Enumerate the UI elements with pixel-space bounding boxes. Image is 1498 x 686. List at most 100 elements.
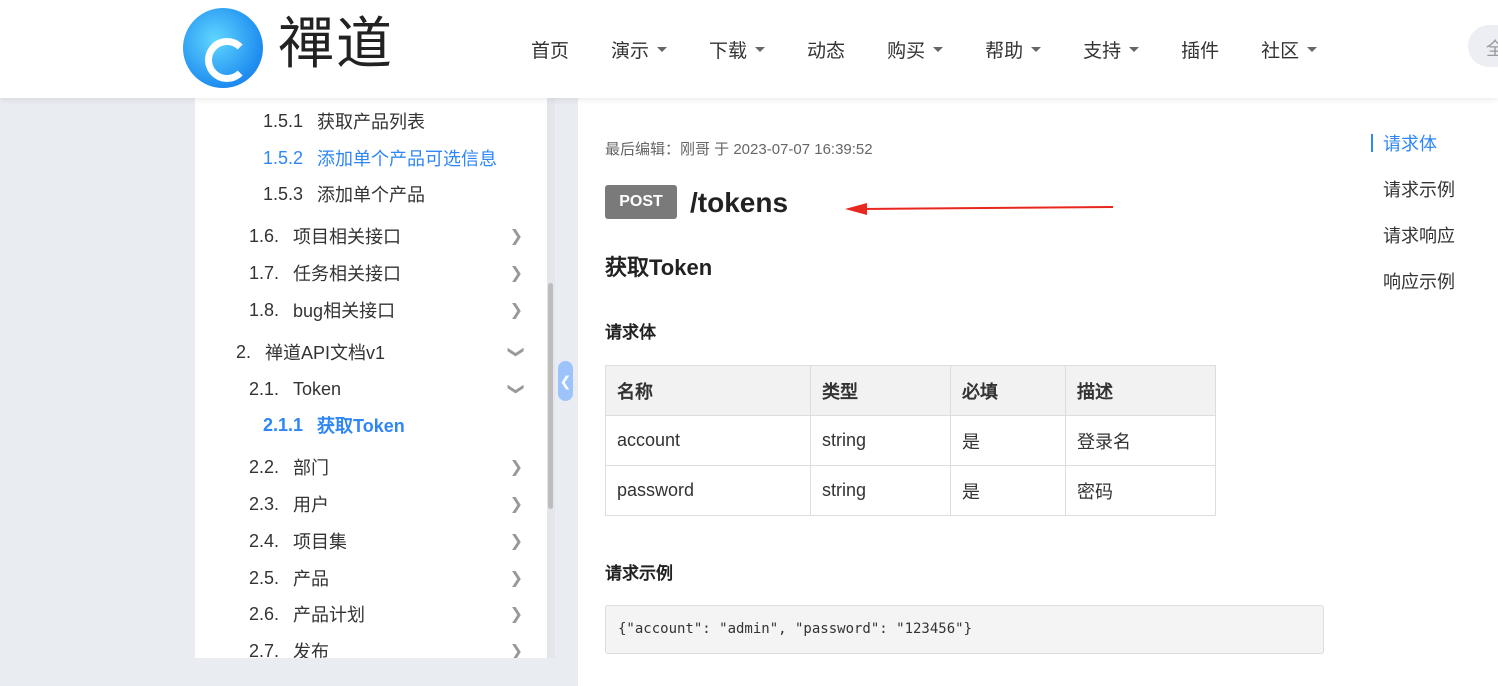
tree-item[interactable]: 2.4. 项目集 ❯ — [195, 523, 547, 559]
chevron-right-icon[interactable]: ❯ — [510, 641, 523, 658]
chevron-right-icon[interactable]: ❯ — [510, 494, 523, 514]
item-num: 2.5. — [249, 567, 280, 588]
col-header: 必填 — [950, 365, 1066, 416]
chevron-right-icon[interactable]: ❯ — [510, 457, 523, 477]
item-label: 项目相关接口 — [293, 227, 402, 247]
nav-label: 动态 — [807, 40, 846, 62]
tree-item[interactable]: 2.6. 产品计划 ❯ — [195, 596, 547, 632]
item-label: Token — [293, 378, 342, 399]
nav-home[interactable]: 首页 — [531, 36, 569, 63]
item-num: 2. — [236, 341, 252, 362]
caret-down-icon — [755, 46, 766, 52]
chevron-down-icon[interactable]: ❯ — [506, 345, 526, 358]
item-num: 1.5.2 — [263, 147, 304, 168]
toc-item-request-body[interactable]: 请求体 — [1371, 130, 1455, 176]
cell: 是 — [950, 415, 1066, 466]
item-label: 部门 — [293, 458, 330, 478]
nav-demo[interactable]: 演示 — [611, 36, 668, 63]
nav-news[interactable]: 动态 — [807, 36, 845, 63]
chevron-right-icon[interactable]: ❯ — [510, 263, 523, 283]
tree-item[interactable]: 1.5.3 添加单个产品 — [195, 176, 547, 212]
request-body-heading: 请求体 — [605, 323, 656, 342]
site-header: 禪道 首页 演示 下载 动态 购买 帮助 支持 插件 社区 全 — [0, 0, 1498, 98]
tree-item[interactable]: 2.2. 部门 ❯ — [195, 449, 547, 485]
cell: password — [605, 465, 811, 516]
item-num: 1.7. — [249, 262, 280, 283]
item-label: 获取Token — [317, 416, 405, 436]
toc-item-response-example[interactable]: 响应示例 — [1371, 268, 1455, 314]
item-num: 2.1.1 — [263, 414, 304, 435]
table-of-contents: 请求体 请求示例 请求响应 响应示例 — [1371, 130, 1455, 314]
tree-item[interactable]: 2.3. 用户 ❯ — [195, 486, 547, 522]
tree-item[interactable]: 2.5. 产品 ❯ — [195, 560, 547, 596]
tree-item[interactable]: 1.7. 任务相关接口 ❯ — [195, 255, 547, 291]
caret-down-icon — [1129, 46, 1140, 52]
item-label: 用户 — [293, 495, 330, 515]
table-header-row: 名称 类型 必填 描述 — [605, 365, 1216, 416]
zentao-logo[interactable]: 禪道 — [183, 8, 433, 88]
chevron-right-icon[interactable]: ❯ — [510, 531, 523, 551]
tree-item[interactable]: 1.8. bug相关接口 ❯ — [195, 292, 547, 328]
params-table: 名称 类型 必填 描述 account string 是 登录名 passwor… — [605, 365, 1216, 516]
tree-item-active[interactable]: 2.1.1 获取Token — [195, 407, 547, 443]
nav-buy[interactable]: 购买 — [887, 36, 944, 63]
nav-community[interactable]: 社区 — [1261, 36, 1318, 63]
nav-download[interactable]: 下载 — [709, 36, 766, 63]
caret-down-icon — [657, 46, 668, 52]
toc-item-request-example[interactable]: 请求示例 — [1371, 176, 1455, 222]
item-num: 2.2. — [249, 456, 280, 477]
item-num: 2.1. — [249, 378, 280, 399]
nav-label: 插件 — [1181, 40, 1220, 62]
cell: 是 — [950, 465, 1066, 516]
table-row: password string 是 密码 — [605, 465, 1216, 516]
tree-item[interactable]: 2.1. Token ❯ — [195, 371, 547, 407]
logo-text: 禪道 — [278, 12, 394, 77]
nav-label: 购买 — [887, 40, 926, 62]
item-label: 产品计划 — [293, 605, 366, 625]
col-header: 类型 — [810, 365, 951, 416]
main-nav: 首页 演示 下载 动态 购买 帮助 支持 插件 社区 — [510, 0, 1338, 98]
item-num: 1.5.3 — [263, 183, 304, 204]
item-num: 2.4. — [249, 530, 280, 551]
nav-label: 社区 — [1261, 40, 1300, 62]
search-input[interactable]: 全 — [1468, 25, 1498, 67]
item-label: 产品 — [293, 569, 330, 589]
chevron-right-icon[interactable]: ❯ — [510, 226, 523, 246]
nav-label: 帮助 — [985, 40, 1024, 62]
chevron-down-icon[interactable]: ❯ — [506, 382, 526, 395]
last-edited: 最后编辑：刚哥 于 2023-07-07 16:39:52 — [605, 141, 873, 158]
tree-item[interactable]: 1.5.1 获取产品列表 — [195, 103, 547, 139]
request-example-heading: 请求示例 — [605, 564, 673, 583]
chevron-right-icon[interactable]: ❯ — [510, 604, 523, 624]
item-num: 2.6. — [249, 603, 280, 624]
nav-help[interactable]: 帮助 — [985, 36, 1042, 63]
cell: account — [605, 415, 811, 466]
cell: string — [810, 465, 951, 516]
sidebar-scrollbar-thumb[interactable] — [548, 283, 553, 509]
collapse-sidebar-button[interactable]: ❮ — [558, 361, 573, 401]
item-num: 1.8. — [249, 299, 280, 320]
nav-support[interactable]: 支持 — [1083, 36, 1140, 63]
item-num: 2.3. — [249, 493, 280, 514]
tree-item[interactable]: 2.7. 发布 ❯ — [195, 633, 547, 659]
tree-item[interactable]: 1.6. 项目相关接口 ❯ — [195, 218, 547, 254]
chevron-right-icon[interactable]: ❯ — [510, 568, 523, 588]
col-header: 名称 — [605, 365, 811, 416]
toc-item-response[interactable]: 请求响应 — [1371, 222, 1455, 268]
page-title: 获取Token — [605, 255, 713, 280]
table-row: account string 是 登录名 — [605, 415, 1216, 466]
item-num: 2.7. — [249, 640, 280, 659]
code-block: {"account": "admin", "password": "123456… — [605, 605, 1324, 654]
chevron-right-icon[interactable]: ❯ — [510, 300, 523, 320]
tree-item[interactable]: 1.5.2 添加单个产品可选信息 — [195, 140, 547, 176]
caret-down-icon — [1031, 46, 1042, 52]
nav-label: 支持 — [1083, 40, 1122, 62]
item-num: 1.5.1 — [263, 110, 304, 131]
item-label: 添加单个产品 — [317, 185, 426, 205]
item-label: 项目集 — [293, 532, 348, 552]
cell: 密码 — [1065, 465, 1216, 516]
tree-item[interactable]: 2. 禅道API文档v1 ❯ — [195, 334, 547, 370]
item-label: 获取产品列表 — [317, 112, 426, 132]
red-arrow-annotation — [845, 203, 1114, 215]
nav-plugins[interactable]: 插件 — [1181, 36, 1219, 63]
